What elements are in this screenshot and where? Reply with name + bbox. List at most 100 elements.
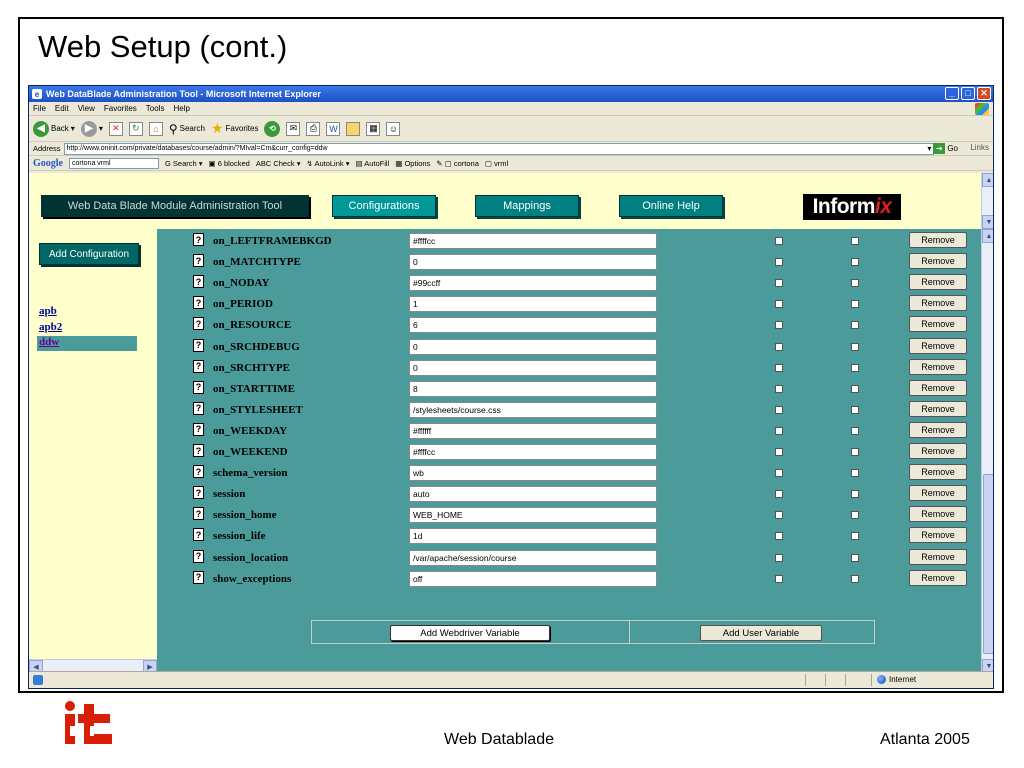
go-button[interactable]: ▾ ➔ Go [927, 143, 958, 154]
variable-checkbox-2[interactable] [851, 258, 859, 267]
links-button[interactable]: Links [970, 143, 989, 152]
variable-checkbox-2[interactable] [851, 384, 859, 393]
menu-edit[interactable]: Edit [55, 104, 69, 113]
variable-checkbox-1[interactable] [775, 279, 783, 288]
menu-tools[interactable]: Tools [146, 104, 165, 113]
remove-button[interactable]: Remove [909, 232, 967, 248]
remove-button[interactable]: Remove [909, 527, 967, 544]
variable-value-input[interactable]: #ffffcc [409, 233, 657, 249]
help-icon[interactable]: ? [193, 254, 204, 268]
menu-file[interactable]: File [33, 104, 46, 113]
variable-value-input[interactable]: #99ccff [409, 275, 657, 292]
close-icon[interactable]: ✕ [977, 87, 991, 100]
add-user-variable-button[interactable]: Add User Variable [700, 625, 822, 641]
minimize-icon[interactable]: _ [945, 87, 959, 100]
stop-icon[interactable]: ✕ [108, 121, 123, 136]
variable-checkbox-1[interactable] [775, 258, 783, 267]
variable-checkbox-1[interactable] [775, 384, 783, 393]
variable-value-input[interactable]: /stylesheets/course.css [409, 401, 657, 418]
remove-button[interactable]: Remove [909, 400, 967, 417]
variable-checkbox-2[interactable] [851, 405, 859, 414]
variable-value-input[interactable]: 0 [409, 359, 657, 376]
help-icon[interactable]: ? [193, 317, 204, 331]
help-icon[interactable]: ? [193, 422, 204, 436]
variable-value-input[interactable]: off [409, 570, 657, 587]
help-icon[interactable]: ? [193, 275, 204, 289]
variable-checkbox-2[interactable] [851, 469, 859, 478]
variable-value-input[interactable]: #ffffff [409, 422, 657, 439]
forward-button[interactable]: ▶ ▾ [80, 120, 103, 137]
variable-checkbox-2[interactable] [851, 532, 859, 541]
remove-button[interactable]: Remove [909, 443, 967, 459]
remove-button[interactable]: Remove [909, 253, 967, 270]
nav-configurations-button[interactable]: Configurations [332, 195, 436, 217]
variable-checkbox-1[interactable] [775, 237, 783, 245]
remove-button[interactable]: Remove [909, 421, 967, 438]
google-options-button[interactable]: ▦ Options [395, 159, 430, 168]
top-frame-scrollbar[interactable]: ▲ ▼ [981, 173, 993, 229]
help-icon[interactable]: ? [193, 401, 204, 415]
help-icon[interactable]: ? [193, 570, 204, 584]
variable-value-input[interactable]: WEB_HOME [409, 507, 657, 524]
add-webdriver-variable-button[interactable]: Add Webdriver Variable [390, 625, 550, 641]
back-button[interactable]: ◀ Back ▾ [33, 120, 75, 137]
variable-checkbox-2[interactable] [851, 448, 859, 456]
variable-checkbox-1[interactable] [775, 532, 783, 541]
variable-value-input[interactable]: auto [409, 486, 657, 503]
google-autolink-button[interactable]: ↯ AutoLink ▾ [306, 159, 349, 168]
scroll-up-icon[interactable]: ▲ [982, 173, 993, 187]
remove-button[interactable]: Remove [909, 274, 967, 291]
variable-checkbox-2[interactable] [851, 490, 859, 499]
remove-button[interactable]: Remove [909, 337, 967, 354]
config-link-apb2[interactable]: apb2 [39, 321, 62, 333]
remove-button[interactable]: Remove [909, 295, 967, 312]
history-icon[interactable]: ⟲ [264, 120, 281, 137]
home-icon[interactable]: ⌂ [148, 121, 163, 136]
menu-view[interactable]: View [78, 104, 95, 113]
variable-checkbox-1[interactable] [775, 448, 783, 456]
help-icon[interactable]: ? [193, 465, 204, 479]
menu-help[interactable]: Help [173, 104, 189, 113]
refresh-icon[interactable]: ↻ [128, 121, 143, 136]
remove-button[interactable]: Remove [909, 358, 967, 375]
variable-value-input[interactable]: 8 [409, 380, 657, 397]
add-configuration-button[interactable]: Add Configuration [39, 243, 139, 265]
variable-checkbox-1[interactable] [775, 426, 783, 435]
variable-checkbox-1[interactable] [775, 342, 783, 351]
variable-value-input[interactable]: 6 [409, 317, 657, 334]
variable-checkbox-1[interactable] [775, 321, 783, 330]
main-frame-scrollbar[interactable]: ▲ ▼ [981, 229, 993, 673]
variable-checkbox-2[interactable] [851, 553, 859, 562]
variable-checkbox-2[interactable] [851, 574, 859, 583]
variable-checkbox-2[interactable] [851, 279, 859, 288]
help-icon[interactable]: ? [193, 549, 204, 563]
variable-value-input[interactable]: /var/apache/session/course [409, 549, 657, 566]
variable-checkbox-1[interactable] [775, 490, 783, 499]
print-icon[interactable]: ⎙ [306, 121, 321, 136]
help-icon[interactable]: ? [193, 507, 204, 521]
variable-checkbox-2[interactable] [851, 511, 859, 520]
nav-mappings-button[interactable]: Mappings [475, 195, 579, 217]
variable-value-input[interactable]: #ffffcc [409, 444, 657, 460]
remove-button[interactable]: Remove [909, 548, 967, 565]
variable-value-input[interactable]: 1 [409, 296, 657, 313]
remove-button[interactable]: Remove [909, 379, 967, 396]
variable-checkbox-2[interactable] [851, 237, 859, 245]
variable-checkbox-2[interactable] [851, 342, 859, 351]
variable-value-input[interactable]: 0 [409, 254, 657, 271]
messenger-icon[interactable]: ☺ [386, 121, 401, 136]
google-autofill-button[interactable]: ▤ AutoFill [355, 159, 389, 168]
research-icon[interactable]: ▦ [366, 121, 381, 136]
scrollbar-thumb[interactable] [983, 474, 993, 654]
scroll-down-icon[interactable]: ▼ [982, 215, 993, 229]
help-icon[interactable]: ? [193, 338, 204, 352]
help-icon[interactable]: ? [193, 486, 204, 500]
nav-online-help-button[interactable]: Online Help [619, 195, 723, 217]
google-term-cortona[interactable]: ✎ ▢ cortona [436, 159, 479, 168]
variable-checkbox-2[interactable] [851, 300, 859, 309]
google-logo[interactable]: Google [33, 158, 63, 169]
google-blocked-button[interactable]: ▣ 6 blocked [209, 159, 250, 168]
google-check-button[interactable]: ABC Check ▾ [256, 159, 301, 168]
variable-checkbox-1[interactable] [775, 363, 783, 372]
address-input[interactable]: http://www.oninit.com/private/databases/… [63, 142, 934, 155]
